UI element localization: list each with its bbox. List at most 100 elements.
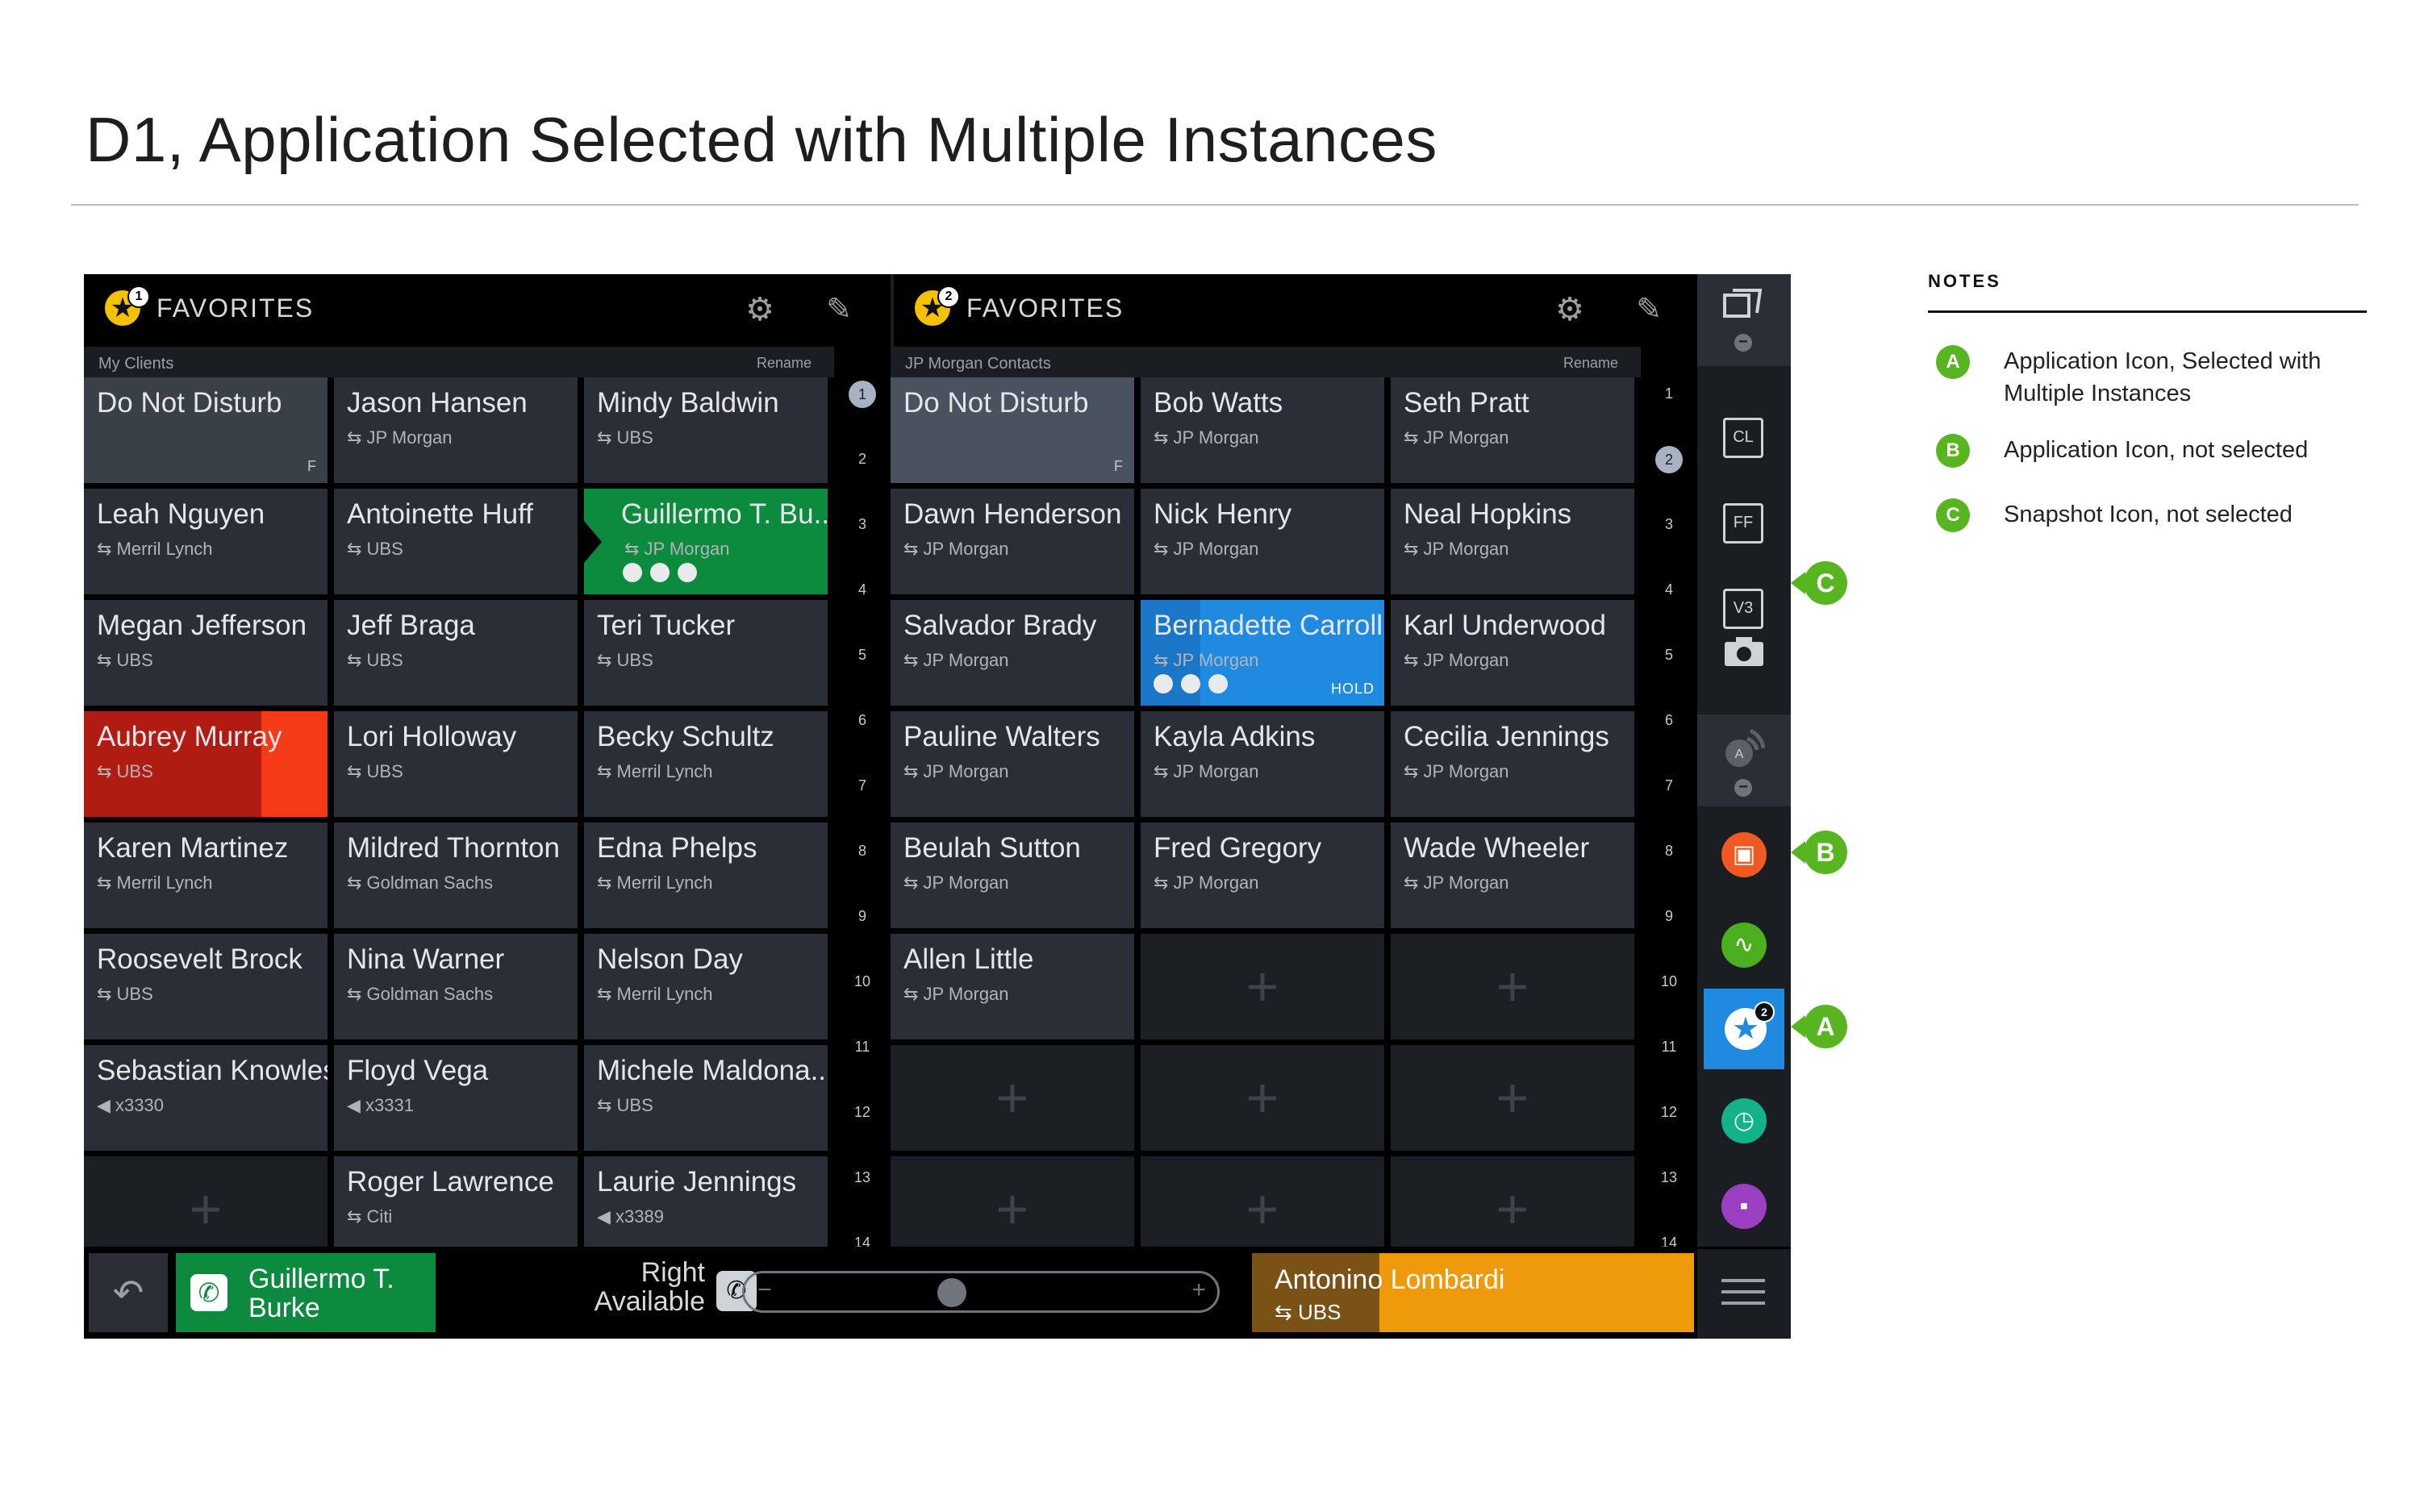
rename-link[interactable]: Rename	[1563, 355, 1618, 372]
page-number[interactable]: 10	[834, 973, 891, 990]
remove-icon[interactable]: −	[1734, 779, 1752, 797]
camera-icon[interactable]	[1723, 635, 1765, 668]
page-number[interactable]: 10	[1641, 973, 1697, 990]
page-number[interactable]: 6	[1641, 712, 1697, 729]
contact-tile[interactable]: Edna Phelps ⇆ Merril Lynch	[584, 823, 828, 928]
contact-name: Jason Hansen	[347, 387, 528, 419]
page-number[interactable]: 12	[834, 1104, 891, 1121]
remove-icon[interactable]: −	[1734, 334, 1752, 352]
volume-knob[interactable]	[937, 1278, 967, 1307]
contact-tile[interactable]: Seth Pratt ⇆ JP Morgan	[1391, 377, 1634, 483]
add-contact-tile[interactable]: +	[891, 1045, 1134, 1151]
add-contact-tile[interactable]: +	[1141, 934, 1384, 1039]
page-number[interactable]: 4	[834, 581, 891, 598]
contact-tile[interactable]: Mildred Thornton ⇆ Goldman Sachs	[334, 823, 578, 928]
contact-tile[interactable]: Megan Jefferson ⇆ UBS	[84, 600, 328, 706]
contact-tile[interactable]: Bob Watts ⇆ JP Morgan	[1141, 377, 1384, 483]
contact-app-icon[interactable]: ▣	[1721, 832, 1767, 877]
page-number[interactable]: 2	[834, 451, 891, 468]
contact-tile[interactable]: Salvador Brady ⇆ JP Morgan	[891, 600, 1134, 706]
contact-tile[interactable]: Guillermo T. Bu... ⇆ JP Morgan	[584, 489, 828, 594]
page-number[interactable]: 3	[1641, 516, 1697, 533]
contact-tile[interactable]: Kayla Adkins ⇆ JP Morgan	[1141, 711, 1384, 817]
contact-tile[interactable]: Becky Schultz ⇆ Merril Lynch	[584, 711, 828, 817]
volume-plus-icon[interactable]: +	[1191, 1277, 1206, 1304]
page-number[interactable]: 12	[1641, 1104, 1697, 1121]
contact-tile[interactable]: Wade Wheeler ⇆ JP Morgan	[1391, 823, 1634, 928]
contact-tile[interactable]: Allen Little ⇆ JP Morgan	[891, 934, 1134, 1039]
contact-tile[interactable]: Roosevelt Brock ⇆ UBS	[84, 934, 328, 1039]
page-number[interactable]: 1	[1641, 385, 1697, 402]
contact-tile[interactable]: Leah Nguyen ⇆ Merril Lynch	[84, 489, 328, 594]
clock-icon[interactable]: ◷	[1721, 1098, 1767, 1143]
contact-tile[interactable]: Neal Hopkins ⇆ JP Morgan	[1391, 489, 1634, 594]
contact-tile[interactable]: Antoinette Huff ⇆ UBS	[334, 489, 578, 594]
contact-tile[interactable]: Jeff Braga ⇆ UBS	[334, 600, 578, 706]
page-number[interactable]: 7	[834, 777, 891, 794]
page-number[interactable]: 9	[834, 908, 891, 925]
contact-tile[interactable]: Karen Martinez ⇆ Merril Lynch	[84, 823, 328, 928]
page-number[interactable]: 9	[1641, 908, 1697, 925]
contact-tile[interactable]: Beulah Sutton ⇆ JP Morgan	[891, 823, 1134, 928]
back-button[interactable]: ↶	[89, 1253, 168, 1332]
contact-tile[interactable]: Bernadette Carroll ⇆ JP Morgan HOLD	[1141, 600, 1384, 706]
page-number[interactable]: 13	[834, 1169, 891, 1186]
page-number[interactable]: 11	[1641, 1039, 1697, 1056]
contact-tile[interactable]: Aubrey Murray ⇆ UBS	[84, 711, 328, 817]
contact-tile[interactable]: Sebastian Knowles ◀ x3330	[84, 1045, 328, 1151]
active-call-left[interactable]: ✆ Guillermo T. Burke	[176, 1253, 436, 1332]
page-number[interactable]: 5	[834, 647, 891, 664]
pencil-icon[interactable]: ✎	[821, 292, 857, 327]
add-contact-tile[interactable]: +	[1141, 1045, 1384, 1151]
contact-name: Teri Tucker	[597, 610, 736, 641]
volume-minus-icon[interactable]: −	[757, 1277, 772, 1304]
page-number[interactable]: 13	[1641, 1169, 1697, 1186]
contact-tile[interactable]: Nina Warner ⇆ Goldman Sachs	[334, 934, 578, 1039]
page-number[interactable]: 4	[1641, 581, 1697, 598]
contact-tile[interactable]: Pauline Walters ⇆ JP Morgan	[891, 711, 1134, 817]
volume-slider[interactable]: − +	[742, 1271, 1220, 1313]
contact-tile[interactable]: Do Not Disturb F	[891, 377, 1134, 483]
contact-tile[interactable]: Jason Hansen ⇆ JP Morgan	[334, 377, 578, 483]
page-number[interactable]: 3	[834, 516, 891, 533]
active-call-right[interactable]: Antonino Lombardi ⇆ UBS	[1252, 1253, 1694, 1332]
page-number[interactable]: 8	[1641, 843, 1697, 860]
contact-tile[interactable]: Cecilia Jennings ⇆ JP Morgan	[1391, 711, 1634, 817]
contact-name: Fred Gregory	[1154, 832, 1322, 864]
v3-icon[interactable]: V3	[1723, 589, 1763, 629]
page-number[interactable]: 8	[834, 843, 891, 860]
gear-icon[interactable]: ⚙	[1552, 292, 1588, 327]
lock-icon[interactable]: ▪	[1721, 1184, 1767, 1229]
contact-tile[interactable]: Lori Holloway ⇆ UBS	[334, 711, 578, 817]
contact-tile[interactable]: Dawn Henderson ⇆ JP Morgan	[891, 489, 1134, 594]
cl-icon[interactable]: CL	[1723, 418, 1763, 458]
contact-name: Kayla Adkins	[1154, 721, 1316, 752]
contact-tile[interactable]: Michele Maldona... ⇆ UBS	[584, 1045, 828, 1151]
contact-tile[interactable]: Mindy Baldwin ⇆ UBS	[584, 377, 828, 483]
contact-tile[interactable]: Fred Gregory ⇆ JP Morgan	[1141, 823, 1384, 928]
add-contact-tile[interactable]: +	[1391, 1045, 1634, 1151]
pulse-icon[interactable]: ∿	[1721, 923, 1767, 968]
cards-icon[interactable]	[1721, 285, 1767, 321]
contact-tile[interactable]: Nick Henry ⇆ JP Morgan	[1141, 489, 1384, 594]
contact-tile[interactable]: Floyd Vega ◀ x3331	[334, 1045, 578, 1151]
menu-icon[interactable]	[1721, 1279, 1765, 1308]
ff-icon[interactable]: FF	[1723, 503, 1763, 544]
page-number[interactable]: 7	[1641, 777, 1697, 794]
page-number[interactable]: 6	[834, 712, 891, 729]
page-number[interactable]: 11	[834, 1039, 891, 1056]
contact-tile[interactable]: Nelson Day ⇆ Merril Lynch	[584, 934, 828, 1039]
add-contact-tile[interactable]: +	[1391, 934, 1634, 1039]
gear-icon[interactable]: ⚙	[742, 292, 778, 327]
contact-tile[interactable]: Do Not Disturb F	[84, 377, 328, 483]
pencil-icon[interactable]: ✎	[1631, 292, 1667, 327]
page-number[interactable]: 1	[849, 381, 876, 408]
callout-a: A	[1791, 1005, 1847, 1048]
rename-link[interactable]: Rename	[757, 355, 812, 372]
contact-tile[interactable]: Karl Underwood ⇆ JP Morgan	[1391, 600, 1634, 706]
page-number[interactable]: 5	[1641, 647, 1697, 664]
favorites-app-selected[interactable]: ★ 2	[1704, 989, 1784, 1069]
app-a-icon[interactable]: A	[1723, 727, 1766, 769]
contact-tile[interactable]: Teri Tucker ⇆ UBS	[584, 600, 828, 706]
page-number[interactable]: 2	[1655, 446, 1683, 473]
